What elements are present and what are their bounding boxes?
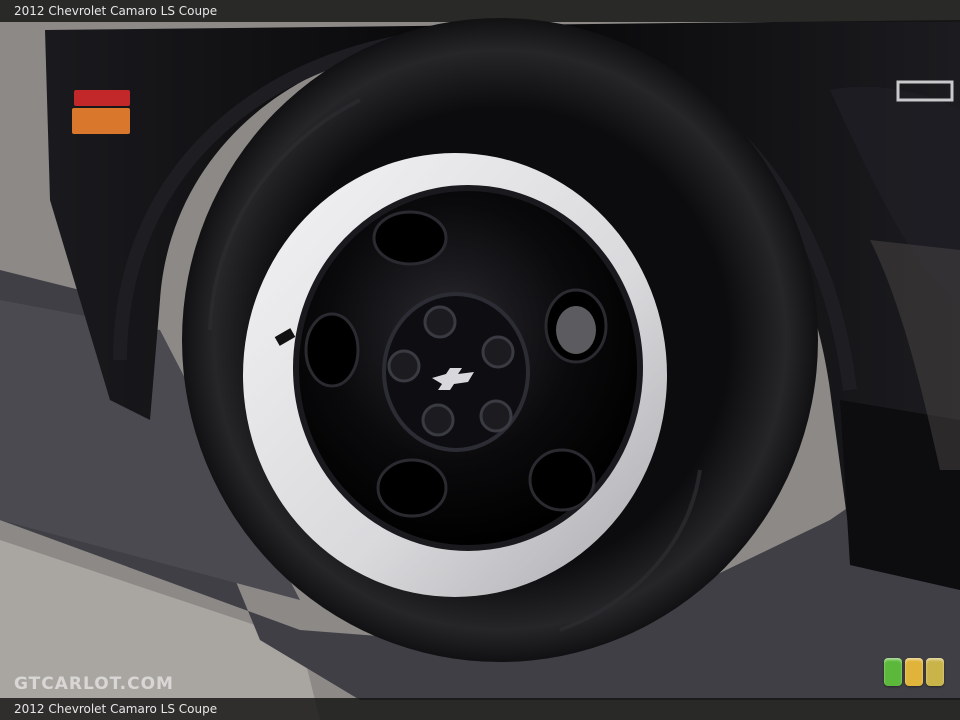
badge-square-orange (905, 658, 923, 686)
wheel-photo (0, 0, 960, 720)
badge-square-green (884, 658, 902, 686)
gtcarlot-watermark: GTCARLOT.COM (14, 674, 174, 694)
gtcarlot-badge-icon (884, 658, 946, 688)
photo-caption-bottom: 2012 Chevrolet Camaro LS Coupe (0, 698, 960, 720)
badge-square-yellow (926, 658, 944, 686)
photo-caption-top: 2012 Chevrolet Camaro LS Coupe (0, 0, 960, 22)
